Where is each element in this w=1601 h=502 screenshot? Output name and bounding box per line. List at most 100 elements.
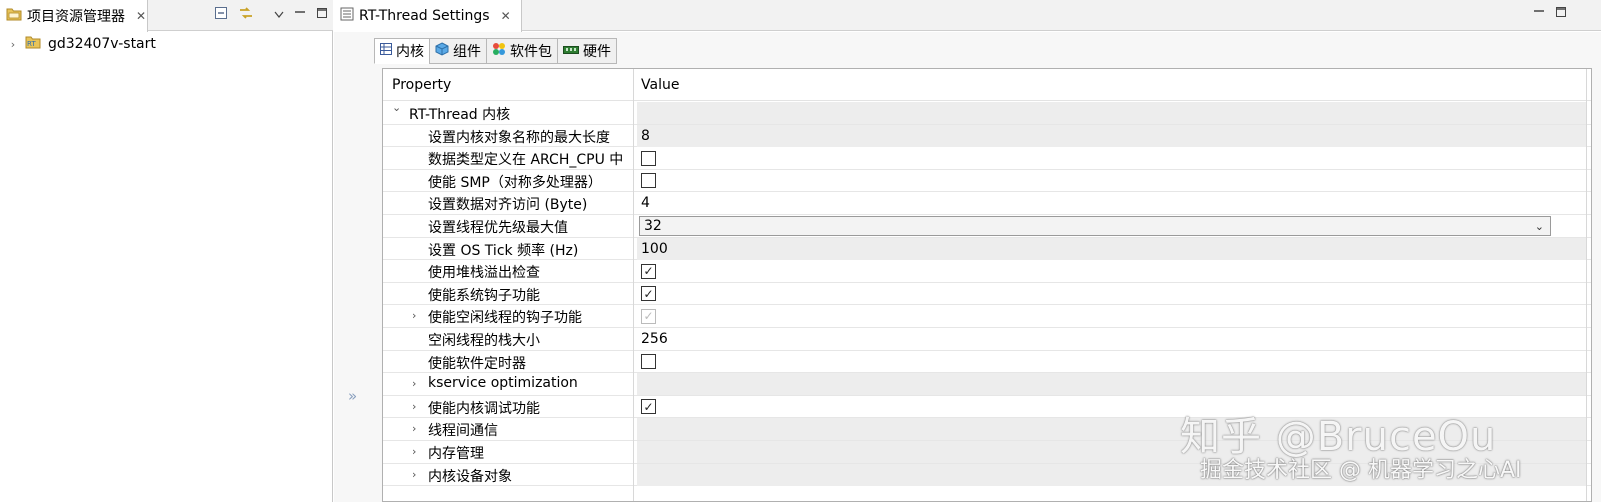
tab-kernel-label: 内核	[396, 44, 424, 60]
property-value[interactable]: 4	[641, 195, 650, 211]
maximize-icon[interactable]	[316, 7, 328, 23]
maximize-icon[interactable]	[1555, 6, 1567, 22]
editor-title: RT-Thread Settings	[359, 8, 490, 24]
table-icon	[380, 43, 392, 59]
property-row[interactable]: 设置线程优先级最大值 32 ⌄	[383, 215, 1591, 238]
property-combobox[interactable]: 32 ⌄	[639, 216, 1551, 236]
check-icon: ✓	[643, 286, 654, 301]
chevron-right-icon[interactable]: ›	[412, 468, 416, 481]
property-name: 设置 OS Tick 频率 (Hz)	[428, 242, 579, 259]
property-name: 使用堆栈溢出检查	[428, 265, 540, 282]
column-divider[interactable]	[633, 69, 634, 501]
property-name: 使能软件定时器	[428, 355, 526, 372]
property-checkbox[interactable]	[641, 150, 656, 166]
tab-kernel[interactable]: 内核	[374, 38, 429, 64]
collapse-all-icon[interactable]	[214, 6, 228, 24]
property-row[interactable]: › kservice optimization	[383, 373, 1591, 396]
property-value-cell[interactable]: 256	[637, 328, 1587, 350]
tab-hardware-label: 硬件	[583, 44, 611, 60]
property-row[interactable]: 设置数据对齐访问 (Byte) 4	[383, 192, 1591, 215]
check-icon: ✓	[643, 309, 654, 324]
property-value-cell[interactable]	[637, 170, 1587, 192]
property-column-header[interactable]: Property	[392, 77, 451, 93]
table-right-edge	[1586, 69, 1587, 501]
property-row[interactable]: 使用堆栈溢出检查 ✓	[383, 260, 1591, 283]
property-name: 线程间通信	[428, 423, 498, 440]
property-name: 设置线程优先级最大值	[428, 220, 568, 236]
property-name: 设置内核对象名称的最大长度	[428, 129, 610, 146]
tab-packages-label: 软件包	[510, 44, 552, 60]
value-column-header[interactable]: Value	[641, 77, 679, 93]
property-name: 空闲线程的栈大小	[428, 333, 540, 349]
editor-toolbar	[1533, 6, 1567, 22]
property-row[interactable]: 使能系统钩子功能 ✓	[383, 283, 1591, 306]
property-value-cell[interactable]	[637, 351, 1587, 373]
property-row[interactable]: 数据类型定义在 ARCH_CPU 中	[383, 147, 1591, 170]
double-chevron-right-icon[interactable]: »	[348, 387, 357, 405]
property-value-cell	[637, 102, 1587, 124]
property-value-cell[interactable]: ✓	[637, 260, 1587, 282]
property-name: RT-Thread 内核	[409, 107, 511, 123]
tab-components[interactable]: 组件	[429, 38, 486, 64]
property-name: 数据类型定义在 ARCH_CPU 中	[428, 152, 624, 169]
hardware-icon	[563, 43, 579, 59]
project-explorer-icon	[6, 7, 22, 25]
property-table-header: Property Value	[383, 69, 1591, 101]
property-checkbox: ✓	[641, 308, 656, 324]
rt-thread-settings-tab[interactable]: RT-Thread Settings ✕	[334, 0, 522, 32]
tab-components-label: 组件	[453, 44, 481, 60]
property-value-cell[interactable]: 8	[637, 124, 1587, 147]
tree-item-project[interactable]: › RT gd32407v-start	[8, 34, 156, 54]
project-explorer-title: 项目资源管理器	[27, 9, 125, 25]
link-editor-icon[interactable]	[238, 6, 254, 24]
property-row[interactable]: 设置 OS Tick 频率 (Hz) 100	[383, 237, 1591, 261]
chevron-right-icon[interactable]: ›	[8, 38, 18, 51]
property-value[interactable]: 100	[641, 241, 668, 257]
property-value-cell[interactable]: 32 ⌄	[637, 215, 1587, 237]
close-icon[interactable]: ✕	[136, 9, 146, 23]
property-value-cell[interactable]: 4	[637, 192, 1587, 214]
property-checkbox[interactable]: ✓	[641, 263, 656, 279]
chevron-right-icon[interactable]: ›	[412, 445, 416, 458]
package-icon	[492, 42, 506, 60]
property-row[interactable]: 使能软件定时器	[383, 351, 1591, 374]
close-icon[interactable]: ✕	[501, 9, 511, 23]
chevron-right-icon[interactable]: ›	[412, 400, 416, 413]
chevron-right-icon[interactable]: ›	[412, 377, 416, 390]
property-checkbox[interactable]: ✓	[641, 286, 656, 302]
property-value-cell[interactable]: 100	[637, 237, 1587, 260]
view-menu-icon[interactable]	[274, 7, 284, 23]
property-value-cell[interactable]: ✓	[637, 305, 1587, 327]
minimize-icon[interactable]	[294, 7, 306, 23]
property-value-cell[interactable]	[637, 147, 1587, 169]
property-value[interactable]: 8	[641, 128, 650, 144]
minimize-icon[interactable]	[1533, 6, 1545, 22]
property-row[interactable]: 空闲线程的栈大小 256	[383, 328, 1591, 351]
property-name: 内核设备对象	[428, 468, 512, 485]
property-row[interactable]: 使能 SMP（对称多处理器）	[383, 170, 1591, 193]
property-row[interactable]: 设置内核对象名称的最大长度 8	[383, 124, 1591, 148]
property-checkbox[interactable]: ✓	[641, 399, 656, 415]
tab-packages[interactable]: 软件包	[486, 38, 557, 64]
chevron-right-icon[interactable]: ›	[412, 309, 416, 322]
property-checkbox[interactable]	[641, 173, 656, 189]
tab-hardware[interactable]: 硬件	[557, 38, 617, 64]
cube-icon	[435, 42, 449, 60]
property-value-cell[interactable]: ✓	[637, 283, 1587, 305]
property-row[interactable]: ⌄ RT-Thread 内核	[383, 101, 1591, 125]
property-name: 使能 SMP（对称多处理器）	[428, 174, 602, 191]
chevron-down-icon[interactable]: ⌄	[1535, 220, 1544, 233]
project-icon: RT	[24, 34, 42, 54]
check-icon: ✓	[643, 399, 654, 414]
check-icon: ✓	[643, 264, 654, 279]
combobox-value: 32	[644, 218, 662, 234]
chevron-down-icon[interactable]: ⌄	[392, 101, 401, 114]
editor-tabbar: RT-Thread Settings ✕	[334, 0, 1601, 32]
property-name: 使能空闲线程的钩子功能	[428, 310, 582, 327]
project-explorer-tab[interactable]: 项目资源管理器 ✕	[0, 0, 148, 32]
property-value[interactable]: 256	[641, 331, 668, 347]
project-explorer-toolbar	[214, 6, 328, 24]
property-checkbox[interactable]	[641, 354, 656, 370]
chevron-right-icon[interactable]: ›	[412, 422, 416, 435]
property-row[interactable]: › 使能空闲线程的钩子功能 ✓	[383, 305, 1591, 328]
